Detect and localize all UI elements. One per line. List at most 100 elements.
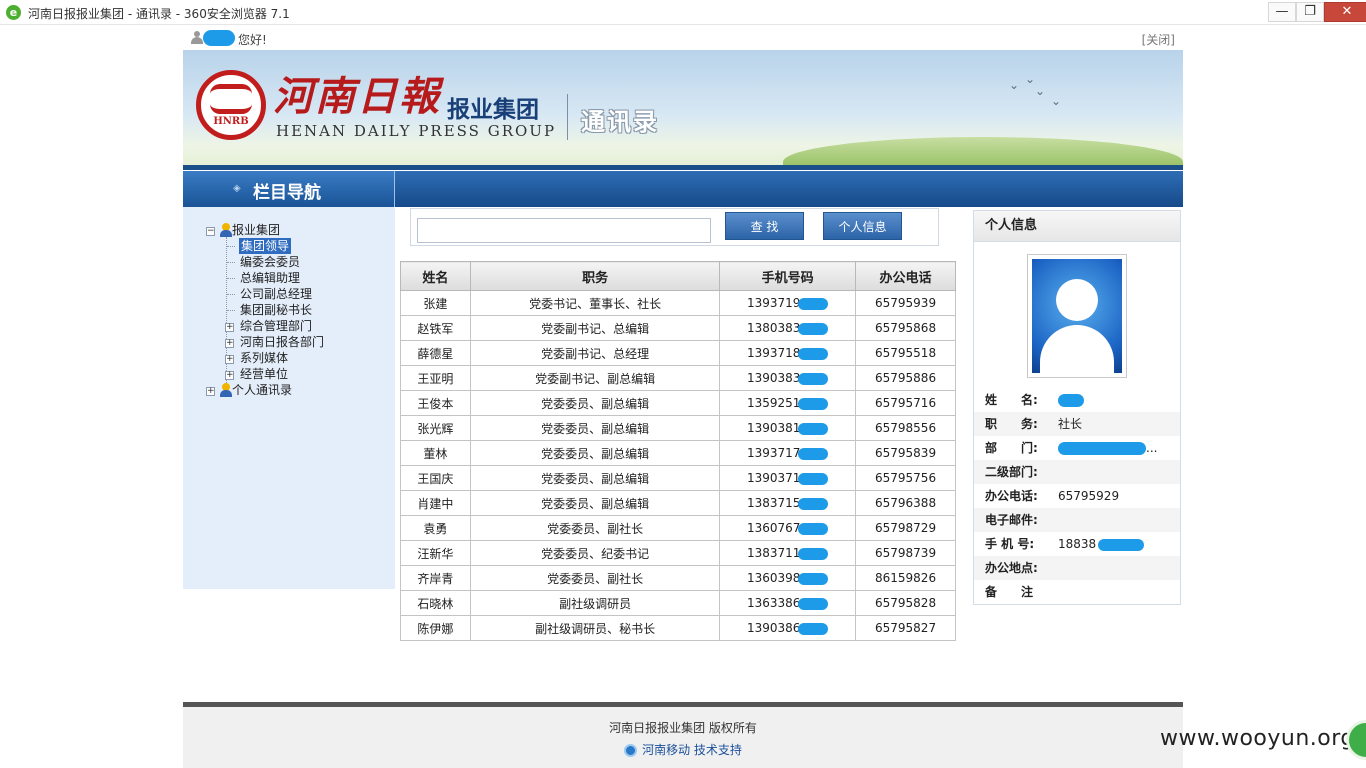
cell-mobile: 1360767 [719, 515, 857, 541]
redacted-phone [798, 622, 829, 635]
info-panel-header: 个人信息 [974, 211, 1180, 242]
table-header-row: 姓名 职务 手机号码 办公电话 [400, 261, 956, 291]
expand-icon[interactable]: + [225, 371, 234, 380]
nav-title-box: ◈ 栏目导航 [183, 171, 395, 207]
nav-bar: ◈ 栏目导航 [183, 171, 1183, 207]
tree-item-editorial-board[interactable]: 编委会委员 [240, 254, 300, 270]
close-link[interactable]: [关闭] [1142, 31, 1175, 48]
redacted-phone [798, 597, 829, 610]
cell-name: 张光辉 [400, 415, 471, 441]
table-row[interactable]: 石晓林 副社级调研员 1363386 65795828 [400, 590, 956, 616]
bird-icon: ⌄ [1025, 72, 1036, 86]
table-row[interactable]: 陈伊娜 副社级调研员、秘书长 1390386 65795827 [400, 615, 956, 641]
cell-name: 张建 [400, 290, 471, 316]
browser-titlebar: e 河南日报报业集团 - 通讯录 - 360安全浏览器 7.1 — ❐ ✕ [0, 0, 1366, 25]
cell-mobile: 1359251 [719, 390, 857, 416]
cell-title: 党委委员、副总编辑 [469, 440, 721, 466]
cell-office: 65795716 [855, 390, 956, 416]
cell-name: 袁勇 [400, 515, 471, 541]
table-row[interactable]: 董林 党委委员、副总编辑 1393717 65795839 [400, 440, 956, 466]
info-row-remark: 备 注 [985, 585, 1034, 599]
table-row[interactable]: 张建 党委书记、董事长、社长 1393719 65795939 [400, 290, 956, 316]
avatar [1027, 254, 1127, 378]
contacts-table: 姓名 职务 手机号码 办公电话 张建 党委书记、董事长、社长 1393719 6579… [400, 261, 956, 641]
collapse-icon[interactable]: − [206, 227, 215, 236]
cell-office: 86159826 [855, 565, 956, 591]
search-input[interactable] [417, 218, 711, 243]
personal-info-button[interactable]: 个人信息 [823, 212, 902, 240]
info-row-office-phone: 办公电话: 65795929 [974, 484, 1180, 508]
find-button[interactable]: 查 找 [725, 212, 804, 240]
expand-icon[interactable]: + [225, 339, 234, 348]
table-row[interactable]: 袁勇 党委委员、副社长 1360767 65798729 [400, 515, 956, 541]
cell-name: 赵铁军 [400, 315, 471, 341]
cell-mobile: 1390371 [719, 465, 857, 491]
section-title: 通讯录 [581, 108, 659, 136]
info-row-dept2: 二级部门: [974, 460, 1180, 484]
tree-root-group[interactable]: 报业集团 [232, 222, 280, 238]
cell-title: 党委委员、副社长 [469, 565, 721, 591]
table-row[interactable]: 王国庆 党委委员、副总编辑 1390371 65795756 [400, 465, 956, 491]
support-link[interactable]: 河南移动 技术支持 [642, 743, 742, 757]
expand-icon[interactable]: + [225, 355, 234, 364]
expand-icon[interactable]: + [206, 387, 215, 396]
table-row[interactable]: 张光辉 党委委员、副总编辑 1390381 65798556 [400, 415, 956, 441]
cell-name: 董林 [400, 440, 471, 466]
expand-icon[interactable]: + [225, 323, 234, 332]
cell-mobile: 1363386 [719, 590, 857, 616]
redacted-phone [798, 572, 829, 585]
table-row[interactable]: 王亚明 党委副书记、副总编辑 1390383 65795886 [400, 365, 956, 391]
nav-bullet-icon: ◈ [233, 183, 241, 194]
cell-mobile: 1390381 [719, 415, 857, 441]
sidebar-tree: − 报业集团 集团领导 编委会委员 总编辑助理 公司副总经理 集团副秘书长 + … [183, 207, 395, 589]
hnrb-logo: HNRB [196, 70, 266, 140]
cell-title: 副社级调研员、秘书长 [469, 615, 721, 641]
tree-root-personal[interactable]: 个人通讯录 [232, 382, 292, 398]
contacts-table-body: 张建 党委书记、董事长、社长 1393719 65795939 赵铁军 党委副书记、总编辑… [400, 290, 956, 641]
greeting-bar: 您好! [关闭] [183, 26, 1183, 50]
search-area: 查 找 个人信息 [410, 208, 939, 246]
maximize-button[interactable]: ❐ [1296, 2, 1324, 22]
header-office: 办公电话 [855, 261, 956, 291]
cell-mobile: 1393718 [719, 340, 857, 366]
redacted-phone [798, 497, 829, 510]
redacted-phone [798, 372, 829, 385]
tree-branch-henan-daily[interactable]: 河南日报各部门 [240, 334, 324, 350]
group-name: 报业集团 [447, 97, 539, 123]
tree-branch-business[interactable]: 经营单位 [240, 366, 288, 382]
table-row[interactable]: 齐岸青 党委委员、副社长 1360398 86159826 [400, 565, 956, 591]
redacted-phone [798, 347, 829, 360]
greeting-text: 您好! [238, 33, 267, 47]
tree-item-deputy-gm[interactable]: 公司副总经理 [240, 286, 312, 302]
table-row[interactable]: 薛德星 党委副书记、总经理 1393718 65795518 [400, 340, 956, 366]
table-row[interactable]: 王俊本 党委委员、副总编辑 1359251 65795716 [400, 390, 956, 416]
tree-branch-admin[interactable]: 综合管理部门 [240, 318, 312, 334]
cell-title: 党委委员、副总编辑 [469, 390, 721, 416]
minimize-button[interactable]: — [1268, 2, 1296, 22]
cell-mobile: 1390383 [719, 365, 857, 391]
redacted-username [203, 30, 235, 46]
cell-office: 65798729 [855, 515, 956, 541]
table-row[interactable]: 肖建中 党委委员、副总编辑 1383715 65796388 [400, 490, 956, 516]
cell-mobile: 1390386 [719, 615, 857, 641]
browser-logo-icon: e [6, 5, 21, 20]
cell-title: 党委副书记、总经理 [469, 340, 721, 366]
tree-item-leaders[interactable]: 集团领导 [239, 238, 292, 254]
english-name: HENAN DAILY PRESS GROUP [276, 122, 557, 140]
cell-mobile: 1380383 [719, 315, 857, 341]
cell-name: 王国庆 [400, 465, 471, 491]
cell-office: 65795886 [855, 365, 956, 391]
tree-branch-media[interactable]: 系列媒体 [240, 350, 288, 366]
browser-title: 河南日报报业集团 - 通讯录 - 360安全浏览器 7.1 [28, 7, 290, 21]
close-window-button[interactable]: ✕ [1324, 2, 1366, 22]
info-duty-value: 社长 [1058, 417, 1083, 431]
table-row[interactable]: 汪新华 党委委员、纪委书记 1383711 65798739 [400, 540, 956, 566]
tree-item-deputy-secretary[interactable]: 集团副秘书长 [240, 302, 312, 318]
info-dept-value: ... [1058, 436, 1157, 460]
table-row[interactable]: 赵铁军 党委副书记、总编辑 1380383 65795868 [400, 315, 956, 341]
cell-name: 薛德星 [400, 340, 471, 366]
redacted-phone [798, 547, 829, 560]
cell-mobile: 1393719 [719, 290, 857, 316]
tree-item-editor-assistant[interactable]: 总编辑助理 [240, 270, 300, 286]
copyright-text: 河南日报报业集团 版权所有 [609, 721, 757, 735]
